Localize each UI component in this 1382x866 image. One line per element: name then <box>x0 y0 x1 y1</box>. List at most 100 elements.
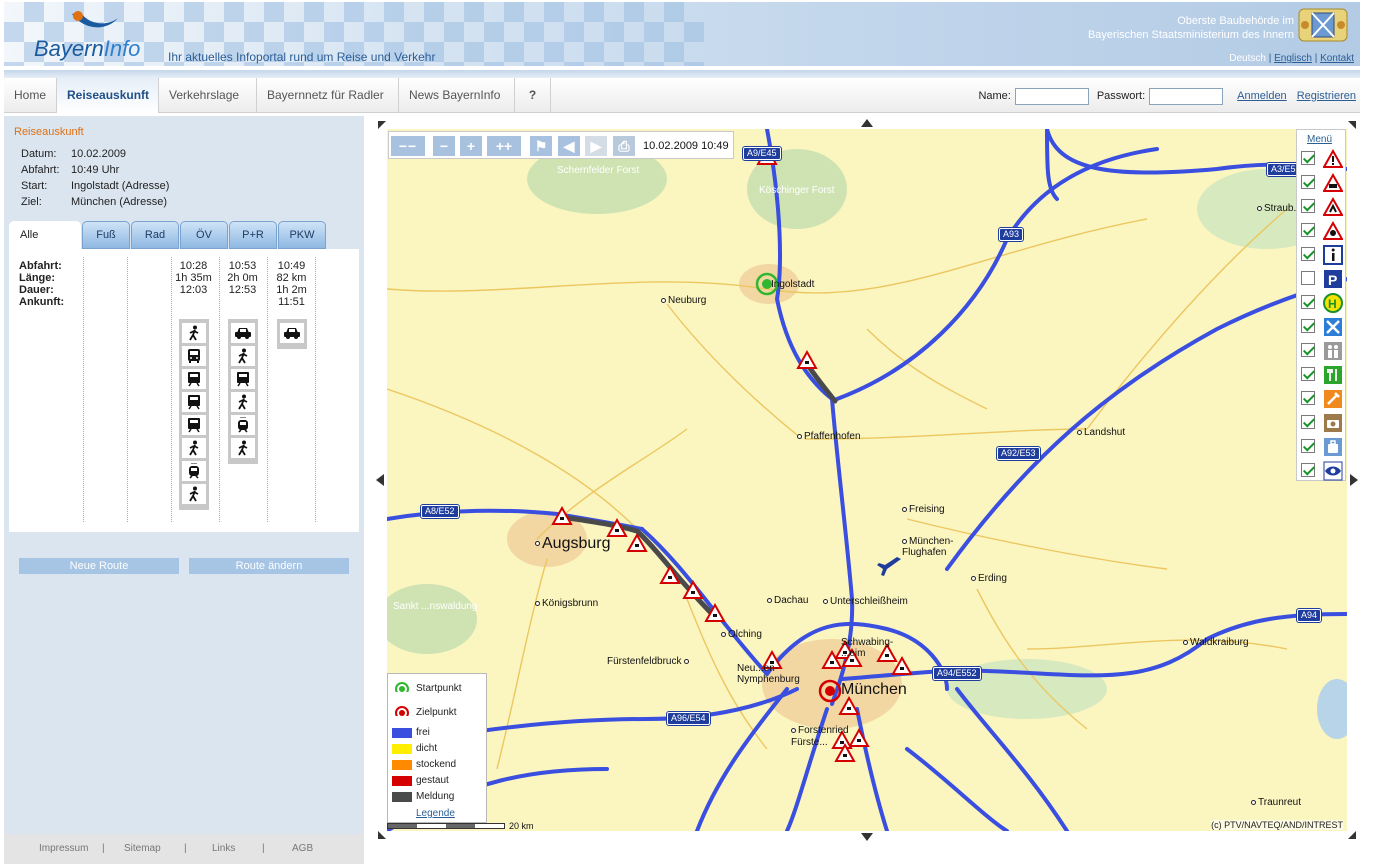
password-input[interactable] <box>1149 87 1224 105</box>
register-link[interactable]: Registrieren <box>1297 90 1356 102</box>
city-unterschleissheim: Unterschleißheim <box>823 596 908 607</box>
zoom-out-max-button[interactable]: −− <box>391 136 425 156</box>
walk-icon <box>231 438 255 458</box>
traffic-map[interactable]: Schernfelder Forst Köschinger Forst Sank… <box>387 129 1347 831</box>
eye-icon <box>1323 461 1343 481</box>
col-pkw[interactable]: 10:49 82 km 1h 2m 11:51 <box>269 260 314 308</box>
route-comparison-table: Abfahrt: Länge: Dauer: Ankunft: 10:28 1h 35m… <box>9 249 359 532</box>
layer-row-restaurant <box>1299 364 1345 386</box>
menu-link[interactable]: Menü <box>1307 134 1332 145</box>
new-route-button[interactable]: Neue Route <box>19 558 179 574</box>
start-marker-icon <box>395 682 409 692</box>
pan-east-arrow-icon[interactable] <box>1350 474 1358 486</box>
footer-links[interactable]: Links <box>212 843 235 854</box>
layer-checkbox[interactable] <box>1301 415 1315 429</box>
legend-link[interactable]: Legende <box>416 808 455 819</box>
name-label: Name: <box>978 90 1011 102</box>
tab-pr[interactable]: P+R <box>229 221 277 249</box>
bayerninfo-logo-icon <box>72 11 118 28</box>
footer-sitemap[interactable]: Sitemap <box>124 843 161 854</box>
nav-verkehrslage[interactable]: Verkehrslage <box>159 78 257 113</box>
layer-checkbox[interactable] <box>1301 319 1315 333</box>
layer-checkbox[interactable] <box>1301 367 1315 381</box>
layer-checkbox[interactable] <box>1301 439 1315 453</box>
footer-agb[interactable]: AGB <box>292 843 313 854</box>
bavaria-overview-icon[interactable]: ⚑ <box>530 136 552 156</box>
nav-reiseauskunft[interactable]: Reiseauskunft <box>57 78 159 113</box>
layer-row-warning <box>1299 148 1345 170</box>
zoom-in-max-button[interactable]: ++ <box>487 136 521 156</box>
pan-west-arrow-icon[interactable] <box>376 474 384 486</box>
layer-checkbox[interactable] <box>1301 223 1315 237</box>
login-form: Name: Passwort: Anmelden Registrieren <box>978 87 1356 105</box>
forest-label: Sankt ...nswaldung <box>393 601 478 612</box>
pan-north-arrow-icon[interactable] <box>861 119 873 127</box>
zoom-in-button[interactable]: + <box>460 136 482 156</box>
main-nav: Home Reiseauskunft Verkehrslage Bayernne… <box>4 78 1360 113</box>
bayerninfo-logo[interactable]: BayernInfo <box>34 36 140 62</box>
tab-oev[interactable]: ÖV <box>180 221 228 249</box>
city-ingolstadt: Ingolstadt <box>771 279 815 290</box>
back-arrow-icon[interactable]: ◀ <box>558 136 580 156</box>
tab-alle[interactable]: Alle <box>9 221 81 249</box>
nav-bayernnetz-radler[interactable]: Bayernnetz für Radler <box>257 78 399 113</box>
tab-fuss[interactable]: Fuß <box>82 221 130 249</box>
walk-icon <box>182 438 206 458</box>
tab-rad[interactable]: Rad <box>131 221 179 249</box>
col-oev[interactable]: 10:28 1h 35m 12:03 <box>171 260 216 296</box>
train-icon <box>231 369 255 389</box>
legs-pkw[interactable] <box>277 319 307 349</box>
airport-icon <box>877 557 901 576</box>
layer-checkbox[interactable] <box>1301 463 1315 477</box>
page: BayernInfo Ihr aktuelles Infoportal rund… <box>0 0 1382 866</box>
layer-checkbox[interactable] <box>1301 175 1315 189</box>
language-links: Deutsch | Englisch | Kontakt <box>1229 53 1354 64</box>
restaurant-icon <box>1323 365 1343 385</box>
layer-checkbox[interactable] <box>1301 151 1315 165</box>
layer-checkbox[interactable] <box>1301 247 1315 261</box>
name-input[interactable] <box>1014 87 1089 105</box>
layer-checkbox[interactable] <box>1301 343 1315 357</box>
forest-label: Köschinger Forst <box>759 185 835 196</box>
pan-se-arrow-icon[interactable] <box>1348 831 1356 839</box>
lang-englisch-link[interactable]: Englisch <box>1274 53 1312 64</box>
lang-deutsch[interactable]: Deutsch <box>1229 53 1266 64</box>
road-shield-a92: A92/E53 <box>996 446 1041 461</box>
layer-checkbox[interactable] <box>1301 391 1315 405</box>
nav-home[interactable]: Home <box>4 78 57 113</box>
footer-impressum[interactable]: Impressum <box>39 843 88 854</box>
forward-arrow-icon[interactable]: ▶ <box>585 136 607 156</box>
city-dachau: Dachau <box>767 595 808 606</box>
tagline: Ihr aktuelles Infoportal rund um Reise u… <box>168 50 436 64</box>
change-route-button[interactable]: Route ändern <box>189 558 349 574</box>
layer-checkbox[interactable] <box>1301 271 1315 285</box>
pan-ne-arrow-icon[interactable] <box>1348 121 1356 129</box>
zoom-out-button[interactable]: − <box>433 136 455 156</box>
layer-checkbox[interactable] <box>1301 295 1315 309</box>
layer-row-service <box>1299 316 1345 338</box>
city-freising: Freising <box>902 504 945 515</box>
login-link[interactable]: Anmelden <box>1237 90 1287 102</box>
legs-oev[interactable] <box>179 319 209 510</box>
print-icon[interactable]: ⎙ <box>613 136 635 156</box>
legs-pr[interactable] <box>228 319 258 464</box>
tab-pkw[interactable]: PKW <box>278 221 326 249</box>
nav-help[interactable]: ? <box>515 78 551 113</box>
pan-nw-arrow-icon[interactable] <box>378 121 386 129</box>
traffic-warning-icon[interactable] <box>848 727 870 747</box>
nav-news[interactable]: News BayernInfo <box>399 78 515 113</box>
col-pr[interactable]: 10:53 2h 0m 12:53 <box>220 260 265 296</box>
layer-row-accident <box>1299 172 1345 194</box>
svg-text:P: P <box>1328 272 1337 288</box>
layer-checkbox[interactable] <box>1301 199 1315 213</box>
tram-icon <box>182 461 206 481</box>
train-icon <box>182 415 206 435</box>
warning-icon <box>1323 149 1343 169</box>
city-olching: Olching <box>721 629 762 640</box>
pan-south-arrow-icon[interactable] <box>861 833 873 841</box>
parking-icon: P <box>1323 269 1343 289</box>
layer-row-roadworks <box>1299 196 1345 218</box>
contact-link[interactable]: Kontakt <box>1320 53 1354 64</box>
layer-row-luggage <box>1299 436 1345 458</box>
pan-sw-arrow-icon[interactable] <box>378 831 386 839</box>
